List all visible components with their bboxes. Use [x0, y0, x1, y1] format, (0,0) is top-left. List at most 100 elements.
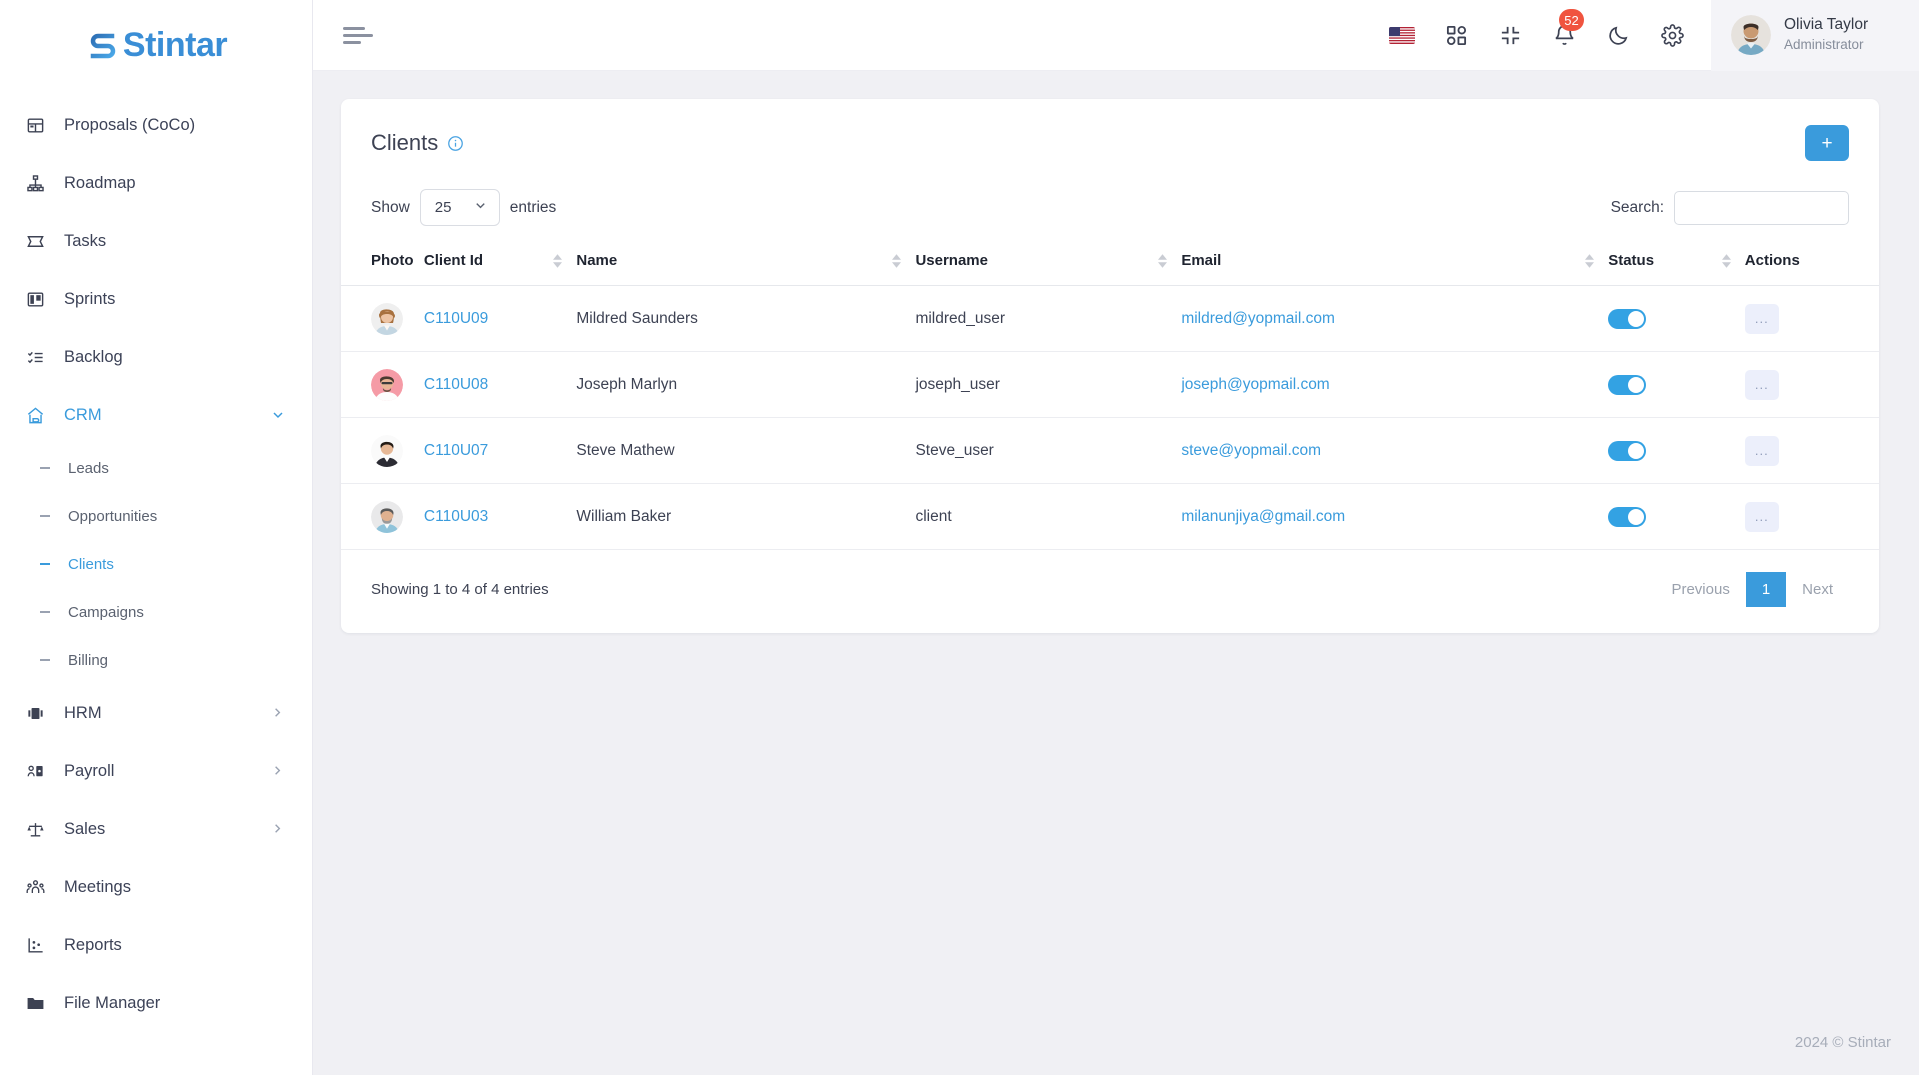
sidebar-item-label: HRM	[64, 703, 102, 722]
sidebar-item-label: Meetings	[64, 877, 131, 896]
row-actions-button[interactable]: ...	[1744, 369, 1779, 400]
sidebar: Stintar Proposals (CoCo) Roadmap Tasks S…	[0, 0, 313, 1075]
roadmap-icon	[26, 174, 52, 193]
sidebar-item-crm[interactable]: CRM	[0, 386, 312, 444]
sidebar-subitem-label: Clients	[68, 555, 114, 573]
column-header-client-id[interactable]: Client Id	[423, 236, 577, 286]
cell-name: Steve Mathew	[576, 417, 916, 484]
sidebar-item-sales[interactable]: Sales	[0, 800, 312, 858]
profile-name: Olivia Taylor	[1784, 16, 1869, 34]
chevron-right-icon	[270, 705, 286, 721]
clients-card: Clients + Show 10 25	[341, 99, 1879, 633]
search-label: Search:	[1610, 198, 1664, 216]
sort-icon	[1721, 253, 1731, 268]
sidebar-item-proposals[interactable]: Proposals (CoCo)	[0, 96, 312, 154]
sidebar-subitem-leads[interactable]: Leads	[0, 444, 312, 492]
row-actions-button[interactable]: ...	[1744, 303, 1779, 334]
status-toggle[interactable]	[1608, 506, 1647, 527]
email-link[interactable]: mildred@yopmail.com	[1181, 310, 1335, 327]
table-footer: Showing 1 to 4 of 4 entries Previous 1 N…	[341, 550, 1879, 633]
settings-gear-icon[interactable]	[1659, 22, 1685, 48]
client-id-link[interactable]: C110U09	[424, 310, 488, 327]
info-circle-icon[interactable]	[447, 135, 464, 152]
column-header-status[interactable]: Status	[1608, 236, 1745, 286]
search-input[interactable]	[1674, 190, 1849, 225]
add-client-button[interactable]: +	[1805, 125, 1849, 161]
status-toggle[interactable]	[1608, 308, 1647, 329]
apps-grid-icon[interactable]	[1443, 22, 1469, 48]
sidebar-subitem-opportunities[interactable]: Opportunities	[0, 492, 312, 540]
sidebar-item-file-manager[interactable]: File Manager	[0, 974, 312, 1032]
sidebar-item-sprints[interactable]: Sprints	[0, 270, 312, 328]
client-id-link[interactable]: C110U03	[424, 508, 488, 525]
pagination-page-1[interactable]: 1	[1745, 572, 1787, 607]
sidebar-item-label: Sales	[64, 819, 106, 838]
sidebar-item-roadmap[interactable]: Roadmap	[0, 154, 312, 212]
pagination-next[interactable]: Next	[1786, 572, 1849, 607]
column-header-actions: Actions	[1744, 236, 1879, 286]
dark-mode-moon-icon[interactable]	[1605, 22, 1631, 48]
sidebar-item-reports[interactable]: Reports	[0, 916, 312, 974]
table-body: C110U09 Mildred Saunders mildred_user mi…	[341, 285, 1879, 550]
status-toggle[interactable]	[1608, 374, 1647, 395]
meetings-icon	[26, 878, 52, 897]
sidebar-subitem-clients[interactable]: Clients	[0, 540, 312, 588]
sidebar-subitem-campaigns[interactable]: Campaigns	[0, 588, 312, 636]
column-header-email[interactable]: Email	[1181, 236, 1609, 286]
email-link[interactable]: milanunjiya@gmail.com	[1181, 508, 1345, 525]
clients-table: Photo Client Id Name Username Email Stat…	[341, 236, 1879, 550]
sidebar-subitem-billing[interactable]: Billing	[0, 636, 312, 684]
cell-client-id: C110U08	[423, 351, 577, 418]
pagination-previous[interactable]: Previous	[1655, 572, 1745, 607]
table-row: C110U07 Steve Mathew Steve_user steve@yo…	[341, 417, 1879, 484]
tasks-icon	[26, 232, 52, 251]
avatar	[371, 500, 403, 533]
cell-actions: ...	[1744, 483, 1879, 550]
client-id-link[interactable]: C110U07	[424, 442, 488, 459]
client-id-link[interactable]: C110U08	[424, 376, 488, 393]
profile-menu[interactable]: Olivia Taylor Administrator	[1711, 0, 1919, 71]
cell-email: steve@yopmail.com	[1181, 417, 1609, 484]
sidebar-item-meetings[interactable]: Meetings	[0, 858, 312, 916]
table-toolbar: Show 10 25 50 100 ent	[341, 171, 1879, 236]
cell-client-id: C110U09	[423, 285, 577, 352]
sidebar-item-label: Sprints	[64, 289, 116, 308]
sidebar-item-label: Proposals (CoCo)	[64, 115, 196, 134]
cell-username: mildred_user	[915, 285, 1182, 352]
sidebar-item-backlog[interactable]: Backlog	[0, 328, 312, 386]
cell-status	[1608, 483, 1745, 550]
fullscreen-exit-icon[interactable]	[1497, 22, 1523, 48]
column-header-username[interactable]: Username	[915, 236, 1182, 286]
sidebar-item-hrm[interactable]: HRM	[0, 684, 312, 742]
brand-logo[interactable]: Stintar	[0, 0, 312, 90]
cell-photo	[341, 417, 424, 484]
email-link[interactable]: steve@yopmail.com	[1181, 442, 1321, 459]
row-actions-button[interactable]: ...	[1744, 501, 1779, 532]
sidebar-item-payroll[interactable]: Payroll	[0, 742, 312, 800]
language-flag-us-icon[interactable]	[1389, 22, 1415, 48]
status-toggle[interactable]	[1608, 440, 1647, 461]
table-head: Photo Client Id Name Username Email Stat…	[341, 236, 1879, 286]
cell-name: Mildred Saunders	[576, 285, 916, 352]
column-header-name[interactable]: Name	[576, 236, 916, 286]
sidebar-item-tasks[interactable]: Tasks	[0, 212, 312, 270]
cell-status	[1608, 285, 1745, 352]
notification-bell-icon[interactable]: 52	[1551, 9, 1584, 48]
hamburger-icon[interactable]	[343, 23, 373, 48]
entries-label: entries	[509, 198, 557, 216]
row-actions-button[interactable]: ...	[1744, 435, 1779, 466]
cell-actions: ...	[1744, 285, 1879, 352]
brand-name: Stintar	[122, 26, 228, 64]
page-size-select[interactable]: 10 25 50 100	[419, 189, 500, 226]
payroll-icon	[26, 762, 52, 781]
page-title: Clients	[371, 130, 439, 155]
proposals-icon	[26, 116, 52, 135]
cell-username: Steve_user	[915, 417, 1182, 484]
app-root: Stintar Proposals (CoCo) Roadmap Tasks S…	[0, 0, 1919, 1075]
email-link[interactable]: joseph@yopmail.com	[1181, 376, 1329, 393]
dash-icon	[40, 611, 50, 613]
sidebar-nav: Proposals (CoCo) Roadmap Tasks Sprints B…	[0, 90, 312, 1032]
avatar	[1731, 15, 1771, 55]
cell-client-id: C110U07	[423, 417, 577, 484]
sidebar-subitem-label: Billing	[68, 651, 109, 669]
